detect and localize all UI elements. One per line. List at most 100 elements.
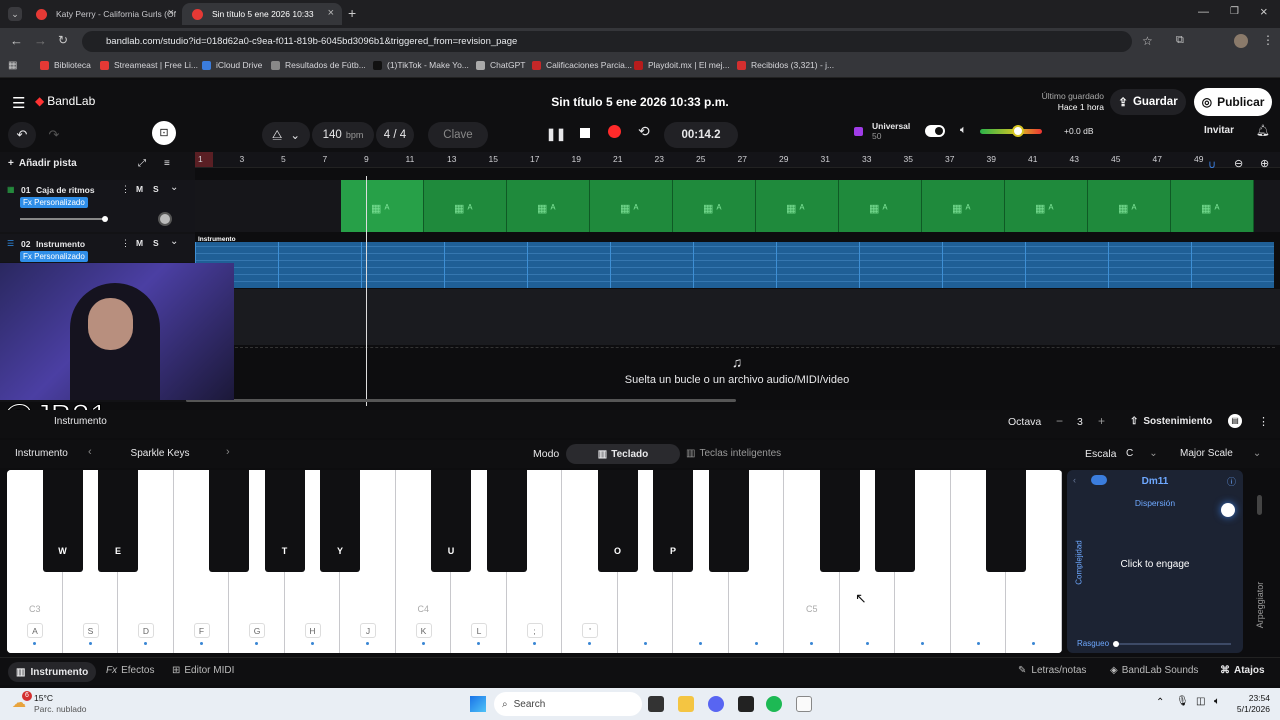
bookmark-playdoit[interactable]: Playdoit.mx | El mej... <box>634 60 730 70</box>
mastering-preset[interactable]: Universal 50 <box>872 121 910 141</box>
black-key[interactable] <box>875 470 915 572</box>
bookmark-chatgpt[interactable]: ChatGPT <box>476 60 525 70</box>
windows-start-icon[interactable] <box>470 696 486 712</box>
bookmark-biblioteca[interactable]: Biblioteca <box>40 60 91 70</box>
track-settings-icon[interactable]: ≡ <box>164 158 170 169</box>
pan-knob[interactable] <box>158 212 172 226</box>
instrument-next-icon[interactable]: › <box>226 446 230 458</box>
instrument-prev-icon[interactable]: ‹ <box>88 446 92 458</box>
bookmark-streameast[interactable]: Streameast | Free Li... <box>100 60 198 70</box>
midi-clip[interactable] <box>610 242 693 288</box>
black-key[interactable] <box>486 470 527 572</box>
octave-up-button[interactable]: + <box>1098 414 1105 428</box>
mute-button[interactable]: M <box>136 238 143 248</box>
drum-pattern-clip[interactable]: ▦ ᴬ <box>1171 180 1254 232</box>
drum-pattern-clip[interactable]: ▦ ᴬ <box>341 180 424 232</box>
zoom-in-icon[interactable]: ⊕ <box>1260 157 1269 170</box>
invite-button[interactable]: Invitar <box>1204 125 1234 136</box>
bookmark-tiktok[interactable]: (1)TikTok - Make Yo... <box>373 60 469 70</box>
instrument-name[interactable]: Sparkle Keys <box>102 448 218 459</box>
save-button[interactable]: ⇪ Guardar <box>1110 89 1186 115</box>
expand-chevron-icon[interactable]: ⌄ <box>170 182 178 193</box>
black-key[interactable]: W <box>42 470 83 572</box>
track-header-1[interactable]: ▦ 01 Caja de ritmos Fx Personalizado ⋮ M… <box>0 180 195 232</box>
close-tab-icon[interactable]: × <box>328 7 334 19</box>
volume-knob[interactable] <box>1012 125 1025 137</box>
track-fx-badge[interactable]: Fx Personalizado <box>20 197 88 208</box>
engage-text[interactable]: Click to engage <box>1067 559 1243 570</box>
bandlab-sounds-button[interactable]: ◈ BandLab Sounds <box>1110 665 1198 676</box>
bookmark-icloud[interactable]: iCloud Drive <box>202 60 262 70</box>
drum-pattern-clip[interactable]: ▦ ᴬ <box>922 180 1005 232</box>
midi-clip[interactable] <box>1025 242 1108 288</box>
track-name[interactable]: Caja de ritmos <box>36 185 95 195</box>
tab-midi-editor[interactable]: ⊞ Editor MIDI <box>172 665 234 676</box>
spotify-icon[interactable] <box>766 696 782 712</box>
drum-pattern-clip[interactable]: ▦ ᴬ <box>424 180 507 232</box>
midi-clip[interactable] <box>278 242 361 288</box>
track-fx-badge[interactable]: Fx Personalizado <box>20 251 88 262</box>
bpm-control[interactable]: 140 bpm <box>312 122 374 148</box>
view-toggle-icon[interactable]: ⊡ <box>152 121 176 145</box>
drum-pattern-clip[interactable]: ▦ ᴬ <box>590 180 673 232</box>
undo-icon[interactable]: ↶ <box>8 122 36 148</box>
loop-icon[interactable]: ⟲ <box>638 123 650 140</box>
black-key[interactable] <box>708 470 749 572</box>
black-key[interactable]: Y <box>320 470 360 572</box>
track-volume-slider[interactable] <box>20 216 108 222</box>
slider-knob[interactable] <box>1113 641 1119 647</box>
minimize-button[interactable]: — <box>1198 6 1209 18</box>
track-options-icon[interactable]: ⋮ <box>121 238 130 249</box>
octave-down-button[interactable]: − <box>1056 414 1063 428</box>
midi-clip[interactable] <box>1191 242 1274 288</box>
expand-chevron-icon[interactable]: ⌄ <box>170 236 178 247</box>
timeline-ruler[interactable]: 1 3 5 7 9 11 13 15 17 19 21 23 25 27 29 31 33 35 37 39 41 43 4… <box>195 152 1280 168</box>
key-selector[interactable]: Clave <box>428 122 488 148</box>
publish-button[interactable]: ◎ Publicar <box>1194 88 1272 116</box>
scale-type-select[interactable]: Major Scale ⌄ <box>1180 448 1261 459</box>
drum-pattern-clip[interactable]: ▦ ᴬ <box>756 180 839 232</box>
black-key[interactable] <box>209 470 249 572</box>
black-key[interactable]: U <box>431 470 471 572</box>
midi-clip[interactable] <box>776 242 859 288</box>
timeline-scrollbar[interactable] <box>186 399 736 402</box>
tab-effects[interactable]: Fx Efectos <box>106 665 154 676</box>
notifications-icon[interactable]: 🔔︎ <box>1256 124 1270 137</box>
stop-button[interactable] <box>580 128 590 138</box>
tab-list-icon[interactable]: ⌄ <box>8 7 22 21</box>
chatgpt-icon[interactable] <box>738 696 754 712</box>
lyrics-button[interactable]: ✎ Letras/notas <box>1018 665 1086 676</box>
metronome-button[interactable]: ⧋ ⌄ <box>262 122 310 148</box>
apps-icon[interactable]: ▦ <box>8 60 17 71</box>
shortcuts-button[interactable]: ⌘ Atajos <box>1220 665 1265 676</box>
midi-clip[interactable] <box>527 242 610 288</box>
browser-tab-1[interactable]: Katy Perry - California Gurls (Of × <box>26 3 182 25</box>
close-window-button[interactable]: × <box>1260 4 1268 19</box>
taskbar-clock[interactable]: 23:54 5/1/2026 <box>1222 693 1270 715</box>
bookmark-star-icon[interactable]: ☆ <box>1142 34 1153 48</box>
add-track-button[interactable]: + Añadir pista <box>8 158 77 169</box>
track-name[interactable]: Instrumento <box>36 239 85 249</box>
side-scrollbar[interactable] <box>1257 495 1262 515</box>
url-field[interactable]: bandlab.com/studio?id=018d62a0-c9ea-f011… <box>82 31 1132 52</box>
mastering-toggle[interactable] <box>925 125 945 137</box>
drum-pattern-clip[interactable]: ▦ ᴬ <box>1088 180 1171 232</box>
close-tab-icon[interactable]: × <box>168 7 174 19</box>
midi-clip[interactable] <box>859 242 942 288</box>
network-icon[interactable]: ◫ <box>1196 696 1205 707</box>
time-signature[interactable]: 4 / 4 <box>376 122 414 148</box>
empty-lane[interactable] <box>195 289 1280 345</box>
tray-chevron-icon[interactable]: ⌃ <box>1156 697 1164 708</box>
magnet-icon[interactable]: ∪ <box>1208 158 1216 171</box>
midi-clip[interactable] <box>361 242 444 288</box>
new-tab-button[interactable]: + <box>348 5 356 21</box>
black-key[interactable] <box>986 470 1026 572</box>
maximize-button[interactable]: ❐ <box>1230 6 1239 17</box>
notepad-icon[interactable] <box>796 696 812 712</box>
midi-clip[interactable] <box>1108 242 1191 288</box>
bookmark-gmail[interactable]: Recibidos (3,321) - j... <box>737 60 834 70</box>
pause-button[interactable]: ❚❚ <box>546 127 566 141</box>
black-key[interactable]: O <box>597 470 638 572</box>
profile-avatar[interactable] <box>1234 34 1248 48</box>
black-key[interactable]: P <box>653 470 693 572</box>
